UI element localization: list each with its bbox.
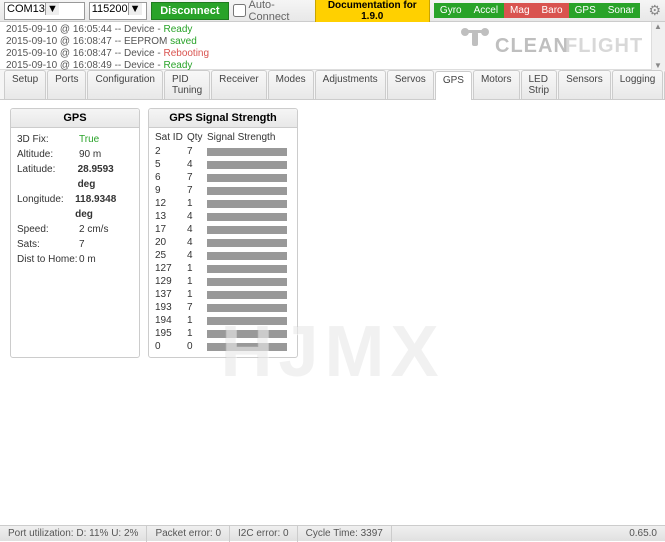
gps-row: Longitude:118.9348 deg — [17, 192, 133, 222]
gps-row: 3D Fix:True — [17, 132, 133, 147]
gear-icon[interactable]: ⚙ — [648, 2, 661, 19]
indicator-gps: GPS — [569, 3, 602, 18]
tab-bar: SetupPortsConfigurationPID TuningReceive… — [0, 70, 665, 100]
indicator-sonar: Sonar — [602, 3, 641, 18]
tab-sensors[interactable]: Sensors — [558, 70, 611, 99]
signal-row: 67 — [155, 171, 291, 184]
tab-adjustments[interactable]: Adjustments — [315, 70, 386, 99]
svg-text:CLEAN: CLEAN — [495, 35, 569, 57]
tab-motors[interactable]: Motors — [473, 70, 520, 99]
signal-row: 97 — [155, 184, 291, 197]
signal-row: 121 — [155, 197, 291, 210]
tab-receiver[interactable]: Receiver — [211, 70, 266, 99]
disconnect-button[interactable]: Disconnect — [151, 2, 228, 20]
port-select[interactable]: COM13▼ — [4, 2, 85, 20]
signal-row: 54 — [155, 158, 291, 171]
signal-row: 00 — [155, 340, 291, 353]
gps-panel: GPS 3D Fix:TrueAltitude:90 mLatitude:28.… — [10, 108, 140, 358]
gps-panel-header: GPS — [11, 109, 139, 128]
signal-row: 134 — [155, 210, 291, 223]
signal-panel: GPS Signal Strength Sat ID Qty Signal St… — [148, 108, 298, 358]
tab-pid-tuning[interactable]: PID Tuning — [164, 70, 210, 99]
signal-row: 254 — [155, 249, 291, 262]
log-area: 2015-09-10 @ 16:05:44 -- Device - Ready2… — [0, 22, 665, 70]
log-scrollbar[interactable] — [651, 22, 665, 70]
signal-row: 1937 — [155, 301, 291, 314]
chevron-down-icon: ▼ — [45, 3, 59, 15]
signal-panel-header: GPS Signal Strength — [149, 109, 297, 128]
tab-ports[interactable]: Ports — [47, 70, 86, 99]
status-port-util: Port utilization: D: 11% U: 2% — [0, 526, 147, 542]
tab-servos[interactable]: Servos — [387, 70, 434, 99]
signal-row: 1271 — [155, 262, 291, 275]
sensor-indicators: Gyro Accel Mag Baro GPS Sonar — [434, 3, 641, 18]
status-bar: Port utilization: D: 11% U: 2% Packet er… — [0, 525, 665, 541]
signal-row: 1291 — [155, 275, 291, 288]
signal-row: 204 — [155, 236, 291, 249]
indicator-baro: Baro — [536, 3, 569, 18]
signal-row: 1371 — [155, 288, 291, 301]
tab-configuration[interactable]: Configuration — [87, 70, 162, 99]
indicator-accel: Accel — [468, 3, 504, 18]
chevron-down-icon: ▼ — [128, 3, 142, 15]
signal-header-row: Sat ID Qty Signal Strength — [155, 132, 291, 143]
indicator-gyro: Gyro — [434, 3, 468, 18]
tab-modes[interactable]: Modes — [268, 70, 314, 99]
documentation-button[interactable]: Documentation for 1.9.0 — [315, 0, 430, 25]
signal-row: 1951 — [155, 327, 291, 340]
status-packet-error: Packet error: 0 — [147, 526, 230, 542]
signal-row: 1941 — [155, 314, 291, 327]
tab-logging[interactable]: Logging — [612, 70, 664, 99]
auto-connect-input[interactable] — [233, 4, 246, 17]
gps-row: Latitude:28.9593 deg — [17, 162, 133, 192]
signal-row: 27 — [155, 145, 291, 158]
gps-row: Speed:2 cm/s — [17, 222, 133, 237]
top-bar: COM13▼ 115200▼ Disconnect Auto-Connect D… — [0, 0, 665, 22]
status-i2c-error: I2C error: 0 — [230, 526, 298, 542]
auto-connect-label: Auto-Connect — [249, 0, 307, 23]
gps-row: Sats:7 — [17, 237, 133, 252]
auto-connect-checkbox[interactable]: Auto-Connect — [233, 0, 307, 23]
baud-select[interactable]: 115200▼ — [89, 2, 147, 20]
cleanflight-logo: CLEAN FLIGHT — [447, 24, 647, 67]
gps-row: Dist to Home:0 m — [17, 252, 133, 267]
tab-led-strip[interactable]: LED Strip — [521, 70, 558, 99]
status-cycle-time: Cycle Time: 3397 — [298, 526, 392, 542]
tab-gps[interactable]: GPS — [435, 71, 472, 100]
signal-row: 174 — [155, 223, 291, 236]
tab-setup[interactable]: Setup — [4, 70, 46, 99]
content-area: GPS 3D Fix:TrueAltitude:90 mLatitude:28.… — [0, 100, 665, 535]
status-version: 0.65.0 — [621, 528, 665, 539]
gps-row: Altitude:90 m — [17, 147, 133, 162]
svg-text:FLIGHT: FLIGHT — [565, 35, 643, 57]
indicator-mag: Mag — [504, 3, 535, 18]
